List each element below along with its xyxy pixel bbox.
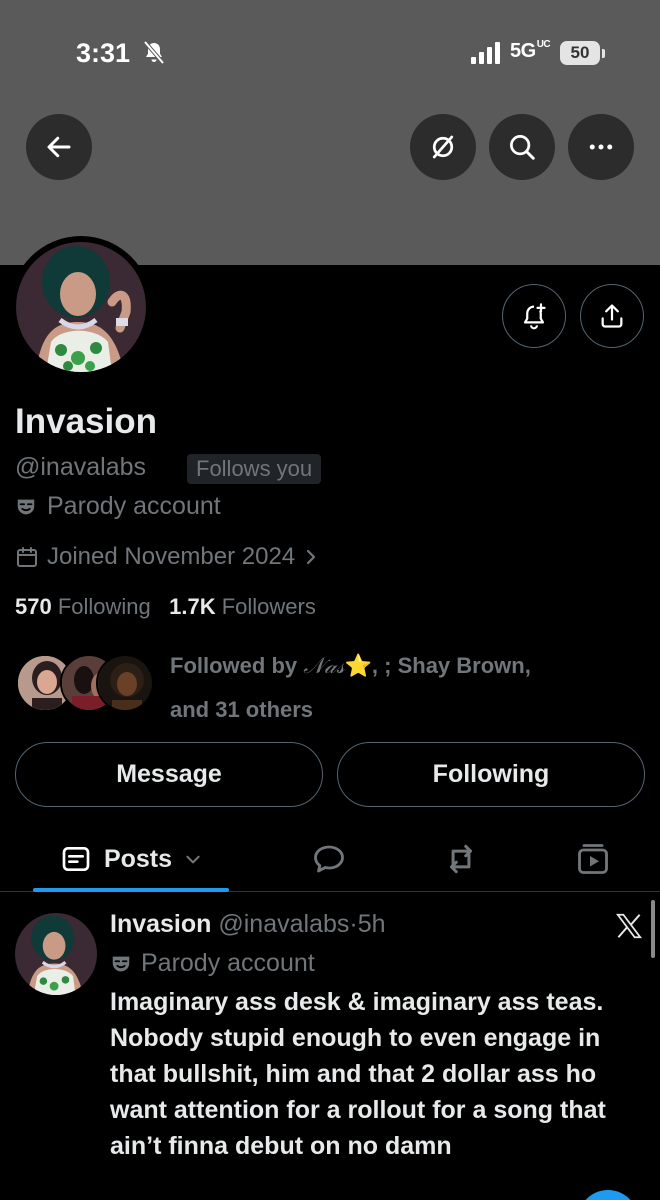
media-icon bbox=[578, 844, 608, 874]
grok-button[interactable] bbox=[410, 114, 476, 180]
battery-indicator: 50 bbox=[560, 41, 600, 65]
follow-stats: 570 Following 1.7K Followers bbox=[15, 594, 316, 620]
post-author-handle[interactable]: @inavalabs bbox=[218, 910, 349, 938]
mask-icon bbox=[112, 956, 130, 971]
following-stat[interactable]: 570 Following bbox=[15, 594, 151, 619]
scrollbar[interactable] bbox=[651, 900, 655, 958]
mask-icon bbox=[17, 499, 35, 514]
more-icon bbox=[589, 144, 613, 150]
posts-icon bbox=[62, 847, 90, 871]
profile-avatar[interactable] bbox=[10, 236, 152, 378]
calendar-icon bbox=[17, 547, 37, 567]
follower-avatar[interactable] bbox=[96, 654, 154, 712]
post-separator: · bbox=[349, 910, 358, 938]
follows-you-badge: Follows you bbox=[187, 454, 322, 484]
reply-icon bbox=[314, 845, 344, 873]
post-avatar[interactable] bbox=[15, 913, 97, 995]
repost-icon bbox=[449, 844, 473, 874]
signal-icon bbox=[471, 42, 500, 64]
arrow-left-icon bbox=[47, 136, 71, 158]
status-bar: 3:31 5GUC 50 bbox=[0, 0, 660, 100]
message-button[interactable]: Message bbox=[15, 742, 323, 807]
share-icon bbox=[601, 304, 623, 328]
profile-handle: @inavalabs bbox=[15, 453, 147, 481]
profile-name: Invasion bbox=[15, 402, 157, 441]
search-icon bbox=[510, 135, 535, 160]
following-button[interactable]: Following bbox=[337, 742, 645, 807]
grok-icon bbox=[432, 135, 454, 159]
post-time: 5h bbox=[357, 910, 386, 938]
chevron-right-icon bbox=[307, 549, 316, 565]
bell-plus-icon bbox=[523, 303, 546, 330]
joined-date[interactable]: Joined November 2024 bbox=[15, 543, 319, 571]
avatar-image bbox=[16, 242, 146, 372]
battery-tip bbox=[602, 49, 605, 58]
notifications-button[interactable] bbox=[502, 284, 566, 348]
bell-off-icon bbox=[143, 40, 165, 65]
tab-media[interactable] bbox=[560, 826, 626, 892]
active-tab-indicator bbox=[33, 888, 229, 892]
post-author-name[interactable]: Invasion bbox=[110, 910, 211, 938]
tab-posts[interactable]: Posts bbox=[33, 826, 229, 892]
post-header: Invasion @inavalabs·5h bbox=[110, 910, 386, 939]
status-time: 3:31 bbox=[76, 38, 131, 68]
tab-reposts[interactable] bbox=[428, 826, 494, 892]
followed-by-text[interactable]: Followed by 𝒩𝒶𝓈⭐, ; Shay Brown, and 31 o… bbox=[170, 644, 640, 731]
more-button[interactable] bbox=[568, 114, 634, 180]
post-text: Imaginary ass desk & imaginary ass teas.… bbox=[110, 988, 606, 1160]
x-logo-icon bbox=[616, 913, 642, 939]
share-button[interactable] bbox=[580, 284, 644, 348]
post-item[interactable]: Invasion @inavalabs·5h Parody account Im… bbox=[0, 893, 660, 1200]
tab-replies[interactable] bbox=[296, 826, 362, 892]
chevron-down-icon bbox=[186, 855, 200, 864]
avatar-image bbox=[15, 913, 97, 995]
post-parody-label: Parody account bbox=[110, 949, 315, 978]
back-button[interactable] bbox=[26, 114, 92, 180]
network-label: 5GUC bbox=[510, 39, 551, 63]
parody-label: Parody account bbox=[15, 492, 221, 521]
profile-tabs: Posts bbox=[0, 826, 660, 892]
search-button[interactable] bbox=[489, 114, 555, 180]
followers-stat[interactable]: 1.7K Followers bbox=[169, 594, 316, 619]
